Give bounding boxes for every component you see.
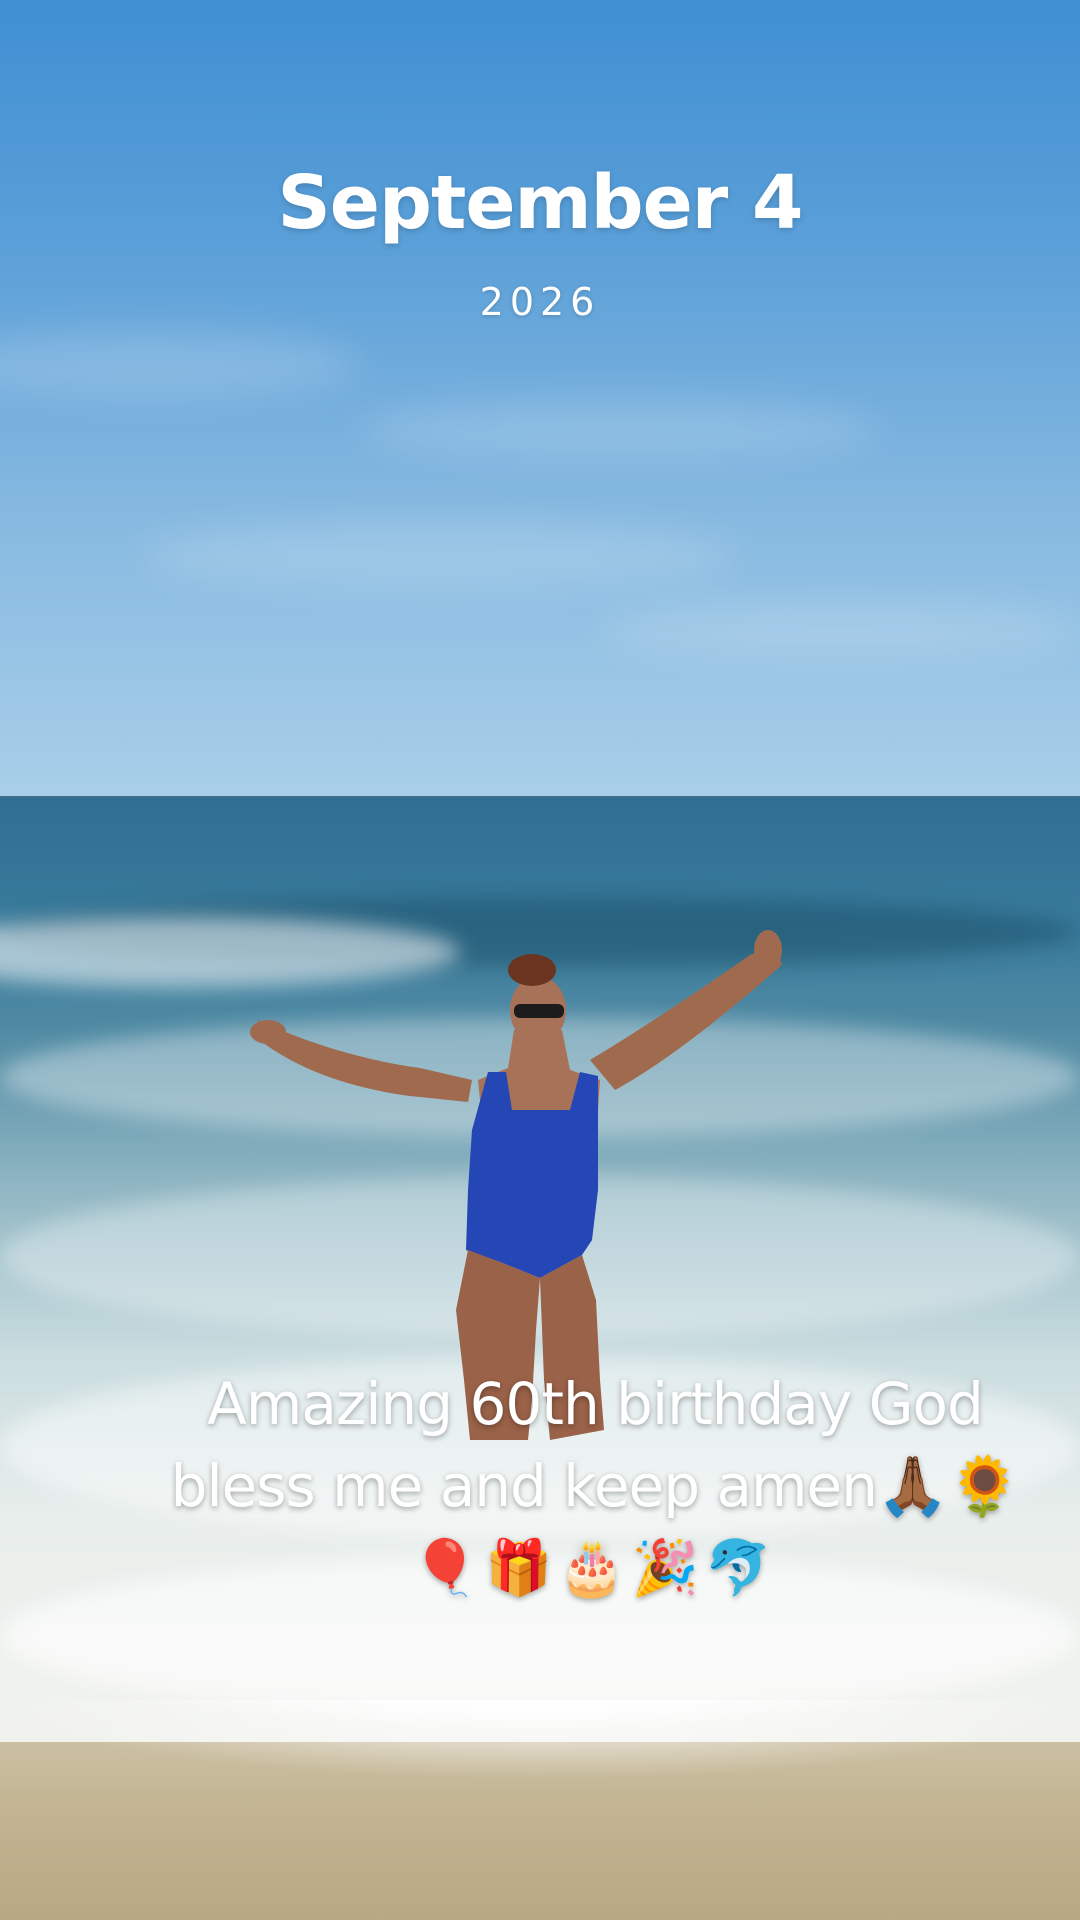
year-label: 2026 xyxy=(479,280,601,324)
caption-line: bless me and keep amen🙏🏾🌻 xyxy=(170,1452,1021,1520)
caption-emoji-line: 🎈🎁🎂🎉🐬 xyxy=(411,1536,779,1599)
caption-overlay: Amazing 60th birthday God bless me and k… xyxy=(130,1363,1060,1609)
caption-line: Amazing 60th birthday God xyxy=(207,1370,984,1438)
date-overlay: September 4 2026 xyxy=(0,160,1080,324)
date-label: September 4 xyxy=(277,160,803,246)
